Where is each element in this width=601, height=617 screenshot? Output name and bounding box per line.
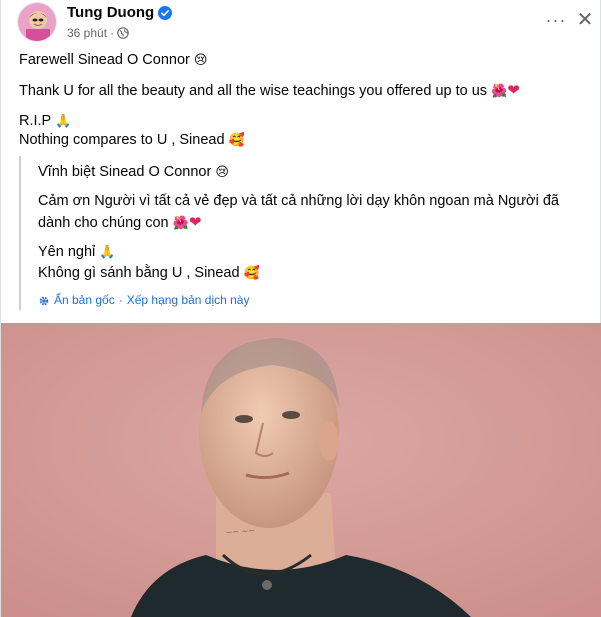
verified-badge-icon (158, 5, 173, 20)
rose-emoji: 🌺 (491, 84, 508, 99)
avatar-image (18, 3, 56, 41)
sad-emoji: 😢 (215, 165, 229, 180)
more-icon: ··· (545, 9, 567, 30)
pray-emoji: 🙏 (99, 245, 116, 260)
post-line-1: Farewell Sinead O Connor 😢 (19, 51, 586, 70)
heart-emoji: ❤ (507, 82, 520, 99)
author-avatar[interactable] (17, 2, 57, 42)
post-photo[interactable]: ~~ ~~ (1, 323, 601, 617)
translation-line-2-text: Cảm ơn Người vì tất cả vẻ đẹp và tất cả … (38, 193, 559, 231)
author-name-link[interactable]: Tung Duong (67, 4, 173, 21)
more-options-button[interactable]: ··· (542, 8, 570, 32)
post-line-2-text: Thank U for all the beauty and all the w… (19, 83, 488, 99)
post-line-1-text: Farewell Sinead O Connor (19, 52, 190, 68)
post-line-4: Nothing compares to U , Sinead 🥰 (19, 131, 586, 150)
translation-line-3-text: Yên nghỉ (38, 244, 96, 260)
rose-emoji: 🌺 (172, 216, 189, 231)
sad-emoji: 😢 (193, 53, 208, 68)
translation-line-4-text: Không gì sánh bằng U , Sinead (38, 265, 240, 281)
post-message: Farewell Sinead O Connor 😢 Thank U for a… (19, 51, 586, 150)
facebook-post: Tung Duong 36 phút · ··· ✕ Farewell Sine… (0, 0, 601, 617)
post-timestamp[interactable]: 36 phút (67, 26, 107, 40)
translation-block: Vĩnh biệt Sinead O Connor 😢 Cảm ơn Người… (19, 156, 584, 310)
close-icon: ✕ (576, 8, 594, 31)
post-line-3: R.I.P 🙏 (19, 112, 586, 131)
pray-emoji: 🙏 (55, 114, 72, 129)
post-line-4-text: Nothing compares to U , Sinead (19, 132, 225, 148)
portrait-image: ~~ ~~ (1, 323, 601, 617)
smiling-hearts-emoji: 🥰 (228, 133, 245, 148)
globe-icon (117, 27, 129, 39)
translation-line-1: Vĩnh biệt Sinead O Connor 😢 (38, 162, 584, 183)
post-header: Tung Duong 36 phút · ··· ✕ (1, 0, 600, 48)
post-meta: 36 phút · (67, 26, 129, 40)
post-line-3-text: R.I.P (19, 113, 51, 129)
translation-line-1-text: Vĩnh biệt Sinead O Connor (38, 164, 212, 180)
hide-original-link[interactable]: Ẩn bản gốc (54, 290, 115, 311)
author-name: Tung Duong (67, 4, 155, 21)
close-button[interactable]: ✕ (572, 6, 598, 32)
translation-line-2: Cảm ơn Người vì tất cả vẻ đẹp và tất cả … (38, 191, 584, 234)
post-line-2: Thank U for all the beauty and all the w… (19, 81, 586, 101)
rate-translation-link[interactable]: Xếp hạng bản dịch này (127, 290, 250, 311)
gear-icon (39, 296, 49, 305)
smiling-hearts-emoji: 🥰 (243, 266, 260, 281)
actions-separator: · (118, 293, 123, 307)
translation-actions: Ẩn bản gốc · Xếp hạng bản dịch này (38, 290, 584, 311)
translation-line-3: Yên nghỉ 🙏 (38, 242, 584, 263)
meta-separator: · (110, 26, 115, 40)
heart-emoji: ❤ (188, 214, 202, 231)
translation-line-4: Không gì sánh bằng U , Sinead 🥰 (38, 263, 584, 284)
